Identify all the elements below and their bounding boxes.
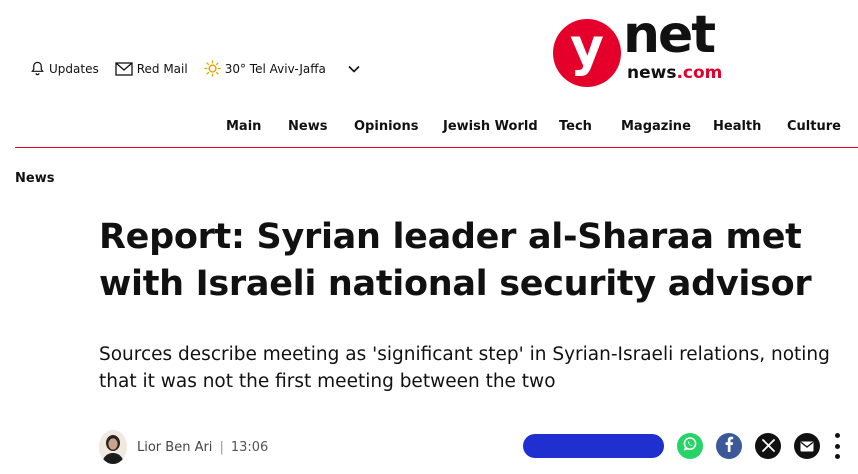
logo-y: y	[570, 18, 604, 78]
logo-dotcom-text: .com	[676, 63, 723, 83]
nav-item-news[interactable]: News	[288, 119, 327, 134]
nav-item-culture[interactable]: Culture	[787, 119, 841, 134]
chevron-down-icon[interactable]	[348, 65, 360, 73]
mail-share-button[interactable]	[794, 433, 820, 459]
weather-label: 30° Tel Aviv-Jaffa	[224, 61, 326, 76]
article-headline: Report: Syrian leader al-Sharaa met with…	[99, 217, 812, 304]
logo-news: news.com	[627, 63, 722, 83]
ynetnews-logo[interactable]: y net news.com	[553, 9, 723, 87]
author-avatar[interactable]	[99, 430, 127, 464]
mail-icon	[800, 437, 814, 456]
author-name[interactable]: Lior Ben Ari	[137, 440, 212, 455]
publish-time: 13:06	[230, 439, 269, 455]
weather-widget[interactable]: 30° Tel Aviv-Jaffa	[204, 60, 326, 77]
nav-item-opinions[interactable]: Opinions	[354, 119, 418, 134]
breadcrumb-section[interactable]: News	[15, 171, 54, 186]
header-divider	[15, 147, 858, 148]
updates-label: Updates	[49, 61, 99, 76]
facebook-icon	[724, 436, 734, 456]
logo-news-text: news	[627, 63, 677, 83]
byline-separator: |	[219, 439, 224, 455]
nav-item-jewish-world[interactable]: Jewish World	[443, 119, 538, 134]
logo-net: net	[623, 5, 716, 65]
nav-item-tech[interactable]: Tech	[559, 119, 592, 134]
x-icon	[761, 437, 775, 456]
site-header: Updates Red Mail 30° Tel Aviv-Jaffa y ne…	[0, 0, 858, 148]
whatsapp-icon	[682, 436, 698, 456]
byline: Lior Ben Ari | 13:06	[99, 430, 268, 464]
red-mail-link[interactable]: Red Mail	[115, 62, 188, 76]
sun-icon	[204, 60, 221, 77]
whatsapp-share-button[interactable]	[677, 433, 703, 459]
nav-item-main[interactable]: Main	[226, 119, 261, 134]
main-nav: Main News Opinions Jewish World Tech Mag…	[0, 119, 858, 137]
nav-item-health[interactable]: Health	[713, 119, 761, 134]
x-share-button[interactable]	[755, 433, 781, 459]
nav-item-magazine[interactable]: Magazine	[621, 119, 691, 134]
bell-icon	[30, 61, 45, 76]
logo-circle: y	[553, 19, 621, 87]
blue-pill-button[interactable]	[523, 434, 664, 458]
more-options-icon[interactable]	[832, 433, 842, 459]
red-mail-label: Red Mail	[136, 61, 188, 76]
article-subheadline: Sources describe meeting as 'significant…	[99, 344, 830, 392]
utility-bar: Updates Red Mail 30° Tel Aviv-Jaffa	[30, 60, 360, 77]
envelope-icon	[115, 61, 133, 76]
updates-link[interactable]: Updates	[30, 61, 99, 76]
facebook-share-button[interactable]	[716, 433, 742, 459]
